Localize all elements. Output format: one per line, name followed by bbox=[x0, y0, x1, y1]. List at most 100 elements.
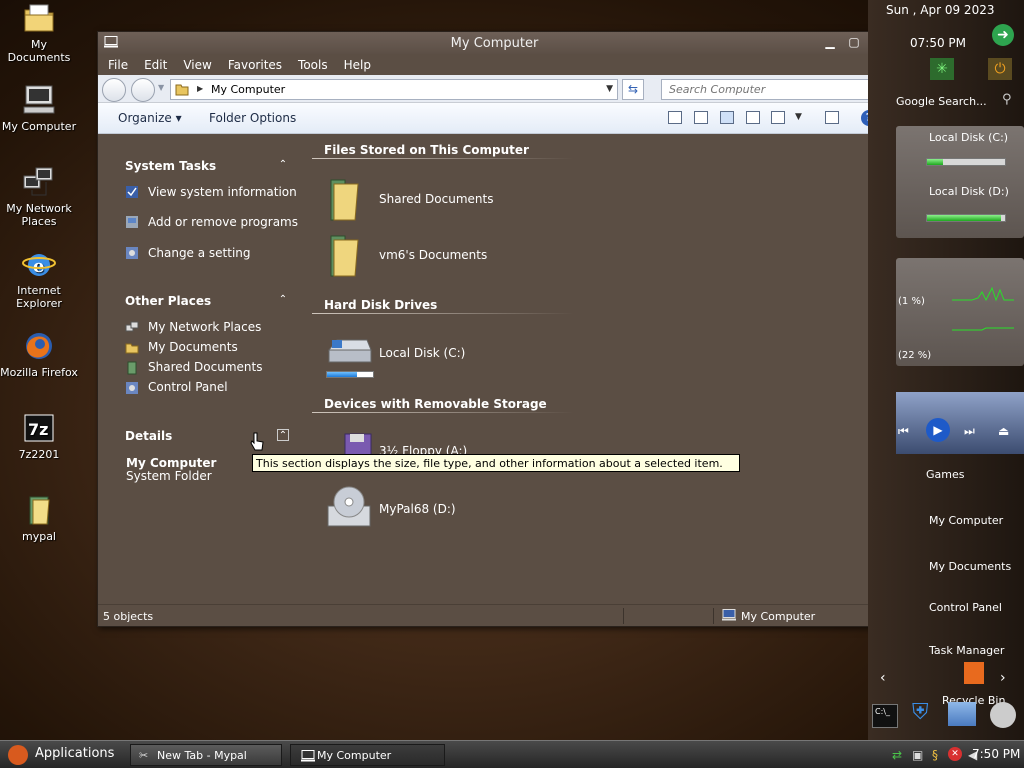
my-computer-window[interactable]: My Computer ▁ ▢ ✕ File Edit View Favorit… bbox=[97, 31, 892, 627]
taskbar: Applications ✂ New Tab - Mypal My Comput… bbox=[0, 740, 1024, 768]
collapse-icon[interactable]: ⌃ bbox=[277, 429, 289, 441]
arrow-right-icon[interactable]: ➜ bbox=[992, 24, 1014, 46]
computer-icon bbox=[301, 750, 315, 762]
sparkle-icon[interactable]: ✳ bbox=[930, 58, 954, 80]
folder-icon[interactable] bbox=[328, 230, 362, 278]
place-my-network-places[interactable]: My Network Places bbox=[148, 321, 261, 334]
desktop-icon-my-network-places[interactable]: My Network Places bbox=[0, 166, 78, 228]
window-title: My Computer bbox=[450, 36, 539, 51]
status-bar: 5 objects My Computer bbox=[98, 604, 891, 626]
play-icon[interactable]: ▶ bbox=[926, 418, 950, 442]
desktop-icon-mozilla-firefox[interactable]: Mozilla Firefox bbox=[0, 330, 78, 379]
group-title-files: Files Stored on This Computer bbox=[324, 143, 529, 157]
chevron-left-icon[interactable]: ‹ bbox=[880, 670, 886, 686]
menu-tools[interactable]: Tools bbox=[298, 58, 328, 72]
cpu-usage: (1 %) bbox=[898, 296, 925, 307]
menu-edit[interactable]: Edit bbox=[144, 58, 167, 72]
view-tiles-icon[interactable] bbox=[694, 111, 708, 124]
desktop-icon-internet-explorer[interactable]: e Internet Explorer bbox=[0, 248, 78, 310]
collapse-icon[interactable]: ⌃ bbox=[277, 159, 289, 171]
refresh-button[interactable]: ⇆ bbox=[622, 79, 644, 100]
collapse-icon[interactable]: ⌃ bbox=[277, 294, 289, 306]
view-icons-icon[interactable] bbox=[720, 111, 734, 124]
taskbar-task-my-computer[interactable]: My Computer bbox=[290, 744, 445, 766]
disk-c-bar bbox=[926, 158, 1006, 166]
menu-help[interactable]: Help bbox=[344, 58, 371, 72]
menu-bar: File Edit View Favorites Tools Help bbox=[98, 54, 891, 75]
address-field[interactable]: ▶ My Computer ▼ bbox=[170, 79, 618, 100]
rewind-icon[interactable]: ⏮ bbox=[898, 424, 909, 439]
address-dropdown-icon[interactable]: ▼ bbox=[606, 84, 613, 94]
task-change-setting[interactable]: Change a setting bbox=[148, 247, 251, 260]
preview-pane-icon[interactable] bbox=[825, 111, 839, 124]
hard-drive-icon[interactable] bbox=[325, 336, 373, 368]
organize-button[interactable]: Organize ▾ bbox=[118, 111, 182, 125]
applications-menu[interactable]: Applications bbox=[35, 746, 114, 761]
alert-tray-icon[interactable]: ✕ bbox=[948, 747, 962, 761]
google-search-label[interactable]: Google Search... bbox=[896, 95, 987, 108]
item-shared-documents[interactable]: Shared Documents bbox=[379, 192, 493, 206]
view-list-icon[interactable] bbox=[746, 111, 760, 124]
menu-file[interactable]: File bbox=[108, 58, 128, 72]
item-vm6-documents[interactable]: vm6's Documents bbox=[379, 248, 487, 262]
cd-drive-icon[interactable] bbox=[326, 484, 372, 530]
sidebar-time: 07:50 PM bbox=[910, 36, 966, 50]
desktop-icon-7z2201[interactable]: 7z 7z2201 bbox=[0, 412, 78, 461]
address-text: My Computer bbox=[211, 83, 286, 96]
command-toolbar: Organize ▾ Folder Options ▼ ? bbox=[98, 103, 891, 134]
floppy-icon[interactable] bbox=[341, 432, 375, 456]
sidebar-menu-task-manager[interactable]: Task Manager bbox=[929, 644, 1004, 657]
place-control-panel[interactable]: Control Panel bbox=[148, 381, 228, 394]
folder-icon bbox=[29, 496, 50, 525]
task-view-system-information[interactable]: View system information bbox=[148, 186, 297, 199]
terminal-icon[interactable]: C:\_ bbox=[872, 704, 898, 728]
menu-favorites[interactable]: Favorites bbox=[228, 58, 282, 72]
minimize-button[interactable]: ▁ bbox=[823, 35, 837, 49]
tray-app-icon[interactable]: § bbox=[932, 748, 938, 762]
eject-icon[interactable]: ⏏ bbox=[998, 424, 1009, 438]
window-titlebar[interactable]: My Computer ▁ ▢ ✕ bbox=[98, 32, 891, 54]
item-local-disk-c[interactable]: Local Disk (C:) bbox=[379, 346, 465, 360]
sidebar-menu-control-panel[interactable]: Control Panel bbox=[929, 601, 1002, 614]
speaker-icon[interactable] bbox=[990, 702, 1016, 728]
ubuntu-logo-icon[interactable] bbox=[8, 745, 28, 765]
desktop-icon-my-computer[interactable]: My Computer bbox=[0, 84, 78, 133]
recycle-bin-icon[interactable] bbox=[964, 662, 984, 684]
menu-view[interactable]: View bbox=[183, 58, 211, 72]
sidebar-menu-my-documents[interactable]: My Documents bbox=[929, 560, 1011, 573]
sidebar-menu-my-computer[interactable]: My Computer bbox=[929, 514, 1003, 527]
search-icon[interactable]: ⚲ bbox=[1002, 92, 1012, 107]
desktop-icon-mypal[interactable]: mypal bbox=[0, 494, 78, 543]
status-object-count: 5 objects bbox=[103, 610, 154, 623]
item-mypal68-d[interactable]: MyPal68 (D:) bbox=[379, 502, 456, 516]
back-button[interactable] bbox=[102, 78, 126, 102]
fast-forward-icon[interactable]: ⏭ bbox=[964, 424, 975, 439]
display-tray-icon[interactable]: ▣ bbox=[912, 748, 923, 762]
shared-folder-icon[interactable] bbox=[328, 174, 362, 222]
place-shared-documents[interactable]: Shared Documents bbox=[148, 361, 262, 374]
desktop-icon-my-documents[interactable]: My Documents bbox=[0, 2, 78, 64]
search-input[interactable] bbox=[662, 80, 862, 99]
view-thumbnails-icon[interactable] bbox=[668, 111, 682, 124]
7zip-icon: 7z bbox=[24, 414, 54, 442]
ram-usage: (22 %) bbox=[898, 350, 932, 361]
forward-button[interactable] bbox=[131, 78, 155, 102]
system-information-icon bbox=[126, 186, 138, 198]
taskbar-task-mypal[interactable]: ✂ New Tab - Mypal bbox=[130, 744, 282, 766]
folder-options-button[interactable]: Folder Options bbox=[209, 111, 296, 125]
security-shield-icon[interactable]: ⛨ bbox=[912, 700, 929, 725]
view-details-icon[interactable] bbox=[771, 111, 785, 124]
view-dropdown-icon[interactable]: ▼ bbox=[795, 112, 802, 122]
chevron-right-icon[interactable]: › bbox=[1000, 670, 1006, 686]
network-tray-icon[interactable]: ⇄ bbox=[892, 748, 902, 762]
history-dropdown-icon[interactable]: ▼ bbox=[158, 83, 164, 92]
maximize-button[interactable]: ▢ bbox=[847, 35, 861, 49]
place-my-documents[interactable]: My Documents bbox=[148, 341, 238, 354]
network-connection-icon[interactable] bbox=[948, 702, 976, 726]
power-icon[interactable]: ⏻ bbox=[988, 58, 1012, 80]
computer-icon bbox=[23, 85, 55, 114]
control-panel-icon bbox=[126, 382, 138, 394]
sidebar-menu-games[interactable]: Games bbox=[926, 468, 964, 481]
chevron-right-icon[interactable]: ▶ bbox=[197, 84, 203, 93]
task-add-remove-programs[interactable]: Add or remove programs bbox=[148, 216, 298, 229]
